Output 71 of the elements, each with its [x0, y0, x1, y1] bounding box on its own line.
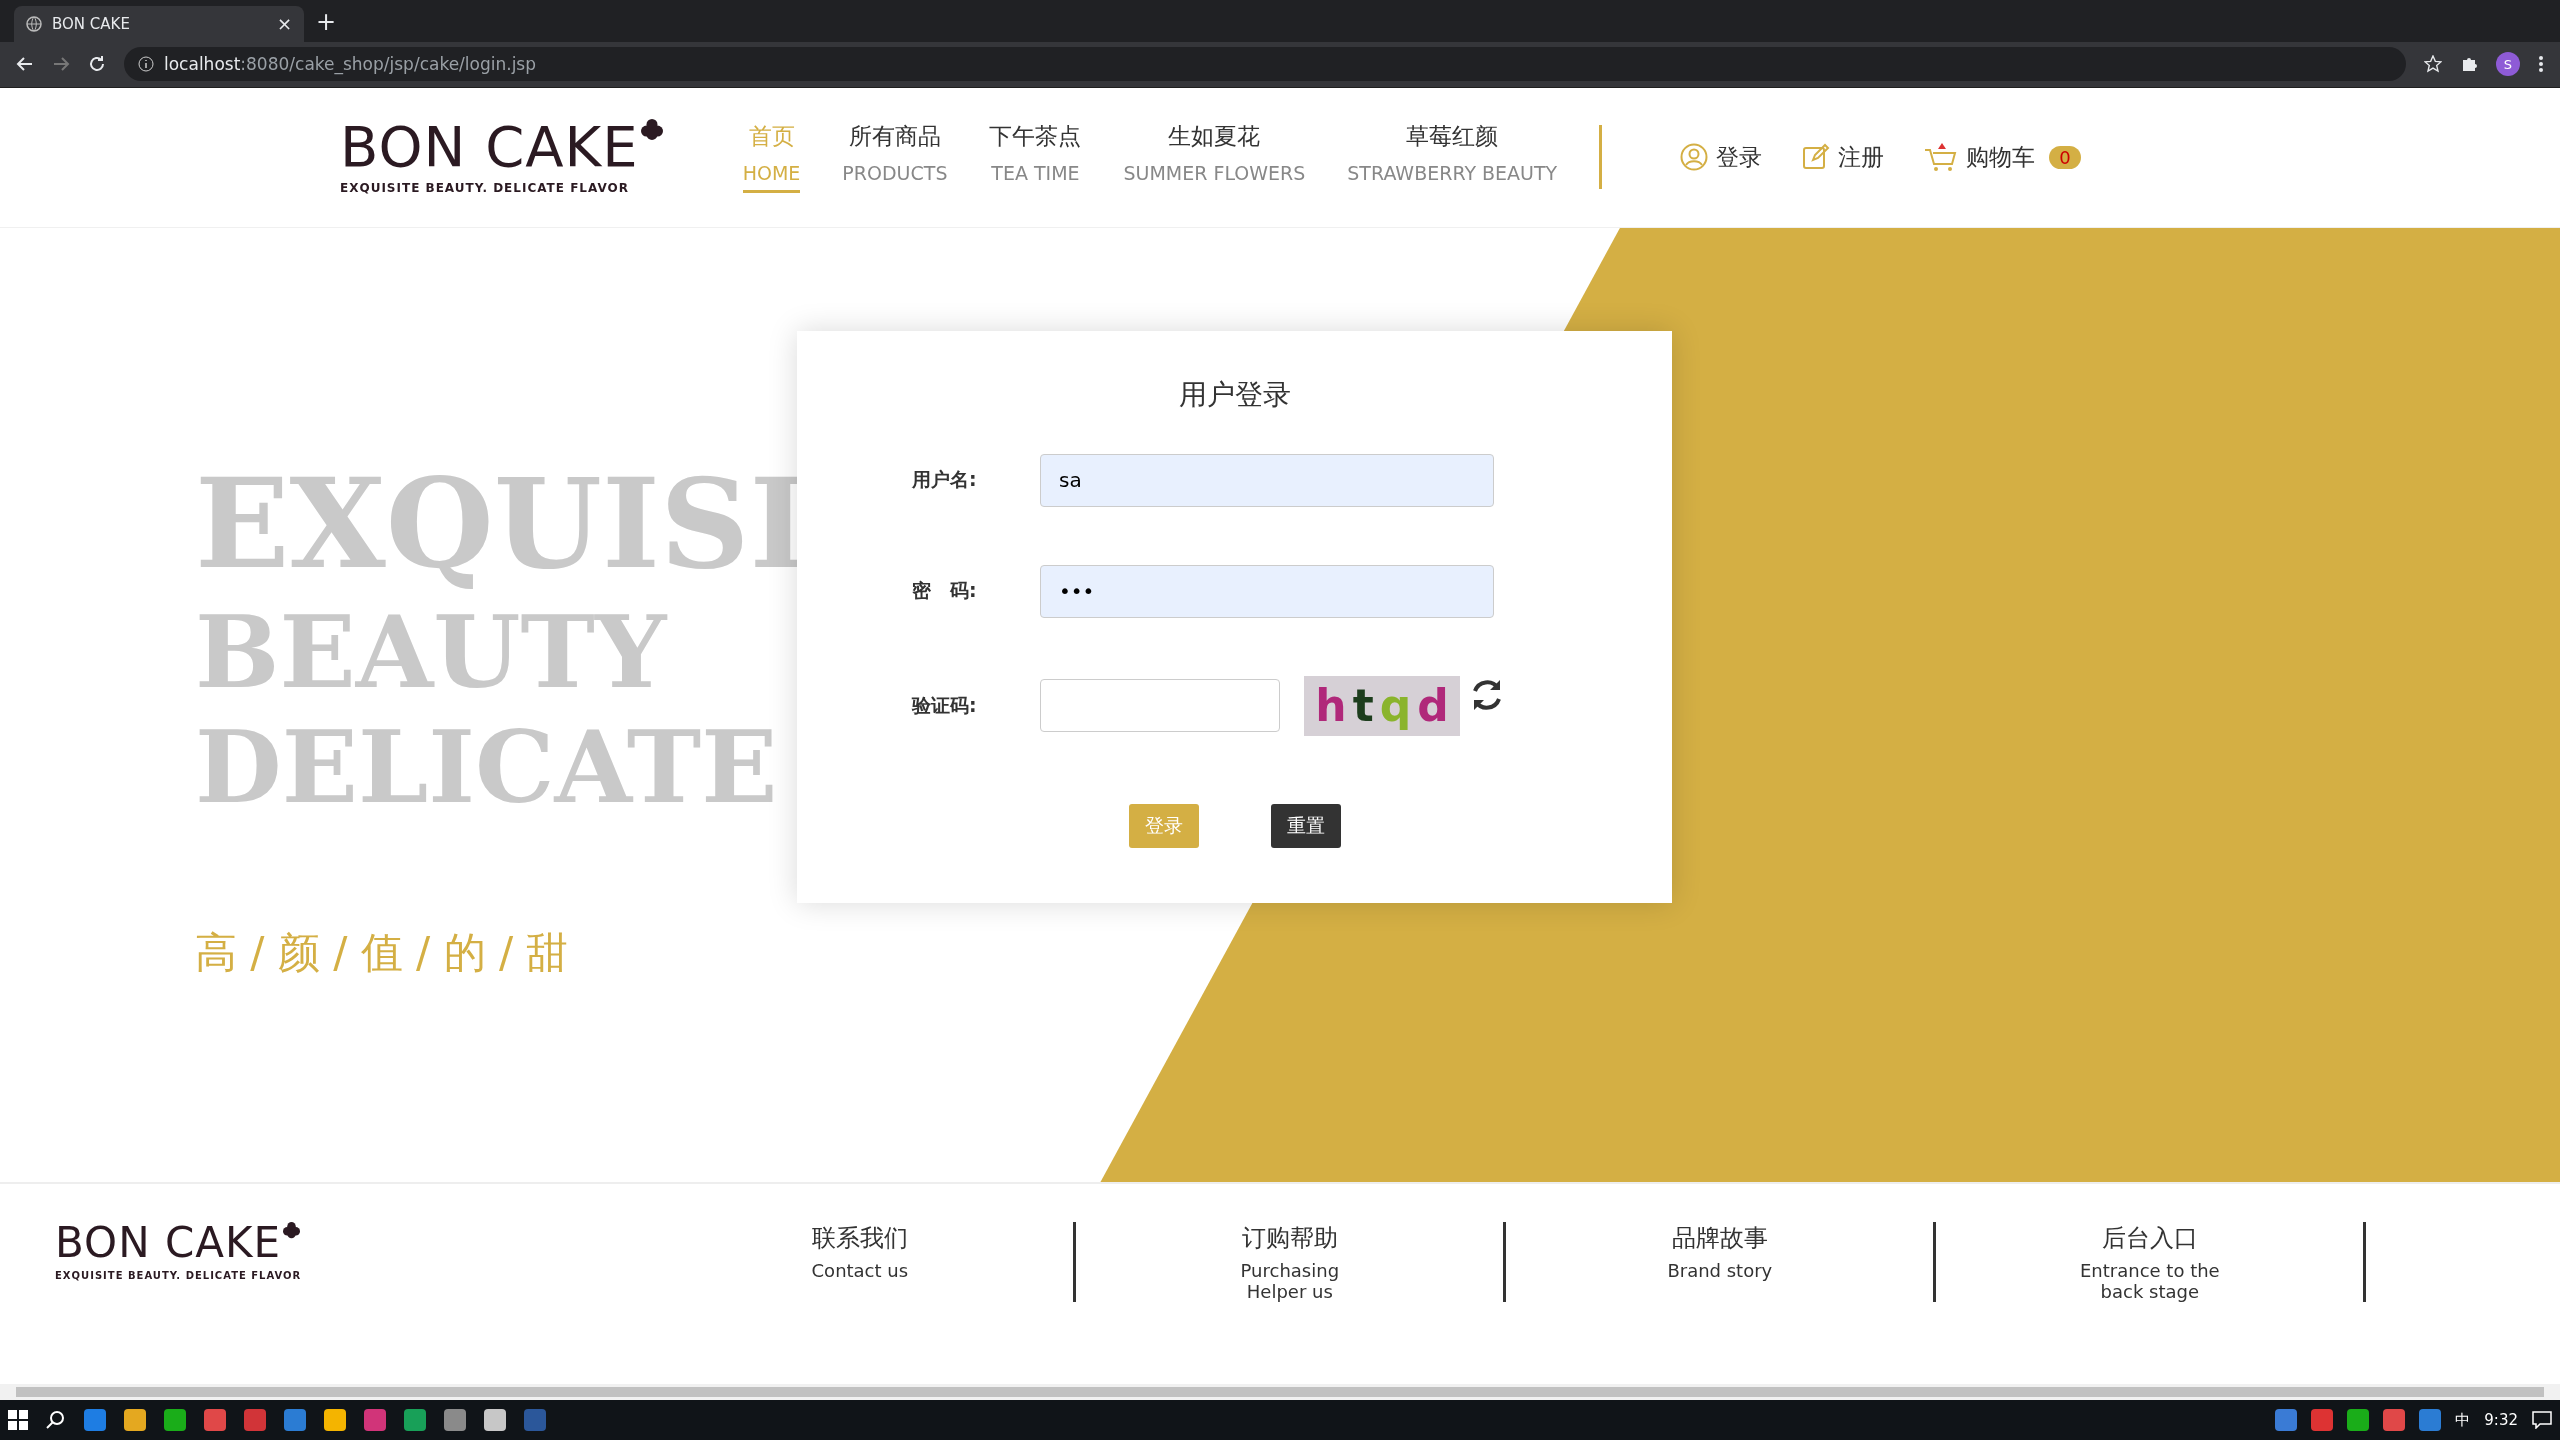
app-icon[interactable]: [124, 1409, 146, 1431]
nav-item[interactable]: 草莓红颜 STRAWBERRY BEAUTY: [1347, 121, 1558, 194]
clock: 9:32: [2484, 1411, 2518, 1429]
menu-icon[interactable]: [2538, 55, 2544, 74]
input-field[interactable]: [1040, 679, 1280, 733]
input-field[interactable]: •••: [1040, 564, 1494, 618]
app-icon[interactable]: [324, 1409, 346, 1431]
tab-title: BON CAKE: [52, 14, 131, 33]
nav-item[interactable]: 所有商品 PRODUCTS: [842, 121, 948, 194]
tray-icon[interactable]: [2419, 1409, 2442, 1431]
register-link[interactable]: 注册: [1802, 141, 1885, 173]
edit-icon: [1802, 143, 1831, 172]
field-label: 密 码:: [912, 578, 978, 604]
logo-tagline: EXQUISITE BEAUTY. DELICATE FLAVOR: [340, 181, 630, 196]
info-icon: [138, 56, 154, 73]
app-icon[interactable]: [284, 1409, 306, 1431]
field-label: 验证码:: [912, 692, 978, 718]
footer-link[interactable]: 后台入口: [2101, 1222, 2198, 1255]
login-title: 用户登录: [1178, 376, 1291, 413]
tray-icon[interactable]: [2275, 1409, 2298, 1431]
search-icon[interactable]: [46, 1410, 66, 1430]
windows-start-icon[interactable]: [8, 1410, 28, 1430]
app-icon[interactable]: [404, 1409, 426, 1431]
puzzle-icon[interactable]: [2460, 55, 2478, 74]
cart-icon: [1924, 141, 1959, 174]
footer-link-subtitle: Contact us: [810, 1260, 910, 1282]
app-icon[interactable]: [364, 1409, 386, 1431]
tray-icon[interactable]: [2347, 1409, 2370, 1431]
clover-icon: [283, 1222, 301, 1240]
app-icon[interactable]: [84, 1409, 106, 1431]
captcha-image: htqd: [1304, 675, 1460, 736]
logo-name: BON CAKE: [340, 119, 639, 176]
new-tab-button[interactable]: +: [316, 7, 337, 36]
scrollbar-thumb[interactable]: [16, 1387, 2544, 1398]
app-icon[interactable]: [204, 1409, 226, 1431]
hero-slogan: 高 / 颜 / 值 / 的 / 甜: [195, 927, 569, 980]
footer-link-subtitle: Brand story: [1666, 1260, 1774, 1282]
address-bar[interactable]: localhost:8080/cake_shop/jsp/cake/login.jsp: [124, 47, 2406, 82]
logo-tagline: EXQUISITE BEAUTY. DELICATE FLAVOR: [55, 1270, 302, 1282]
logo-name: BON CAKE: [55, 1222, 282, 1265]
cart-count-badge: 0: [2049, 145, 2081, 169]
login-link[interactable]: 登录: [1680, 141, 1763, 173]
user-icon: [1680, 143, 1709, 172]
tray-icon[interactable]: [2311, 1409, 2334, 1431]
app-icon[interactable]: [164, 1409, 186, 1431]
globe-icon: [26, 15, 42, 32]
footer-link-subtitle: Entrance to the back stage: [2078, 1260, 2221, 1303]
tray-icon[interactable]: [2383, 1409, 2406, 1431]
app-icon[interactable]: [244, 1409, 266, 1431]
nav-item[interactable]: 生如夏花 SUMMER FLOWERS: [1123, 121, 1306, 194]
star-icon[interactable]: [2424, 55, 2442, 74]
browser-tab[interactable]: BON CAKE ×: [14, 5, 304, 42]
input-method-indicator[interactable]: 中: [2455, 1410, 2471, 1430]
close-button[interactable]: ×: [276, 13, 292, 35]
notification-icon[interactable]: [2532, 1411, 2552, 1429]
reset-button[interactable]: 重置: [1270, 803, 1341, 848]
footer-link[interactable]: 品牌故事: [1671, 1222, 1768, 1255]
cart-link[interactable]: 购物车 0: [1924, 141, 2081, 174]
footer-link[interactable]: 订购帮助: [1241, 1222, 1338, 1255]
field-label: 用户名:: [912, 467, 978, 493]
footer-link-subtitle: Purchasing Helper us: [1239, 1260, 1341, 1303]
profile-avatar[interactable]: S: [2496, 52, 2520, 77]
reload-icon[interactable]: [88, 55, 106, 74]
url-host: localhost: [164, 54, 241, 75]
app-icon[interactable]: [444, 1409, 466, 1431]
input-field[interactable]: sa: [1040, 453, 1494, 507]
nav-item[interactable]: 下午茶点 TEA TIME: [989, 121, 1082, 194]
app-icon[interactable]: [484, 1409, 506, 1431]
footer-link[interactable]: 联系我们: [811, 1222, 908, 1255]
url-path: :8080/cake_shop/jsp/cake/login.jsp: [240, 54, 537, 75]
clover-icon: [640, 119, 663, 142]
